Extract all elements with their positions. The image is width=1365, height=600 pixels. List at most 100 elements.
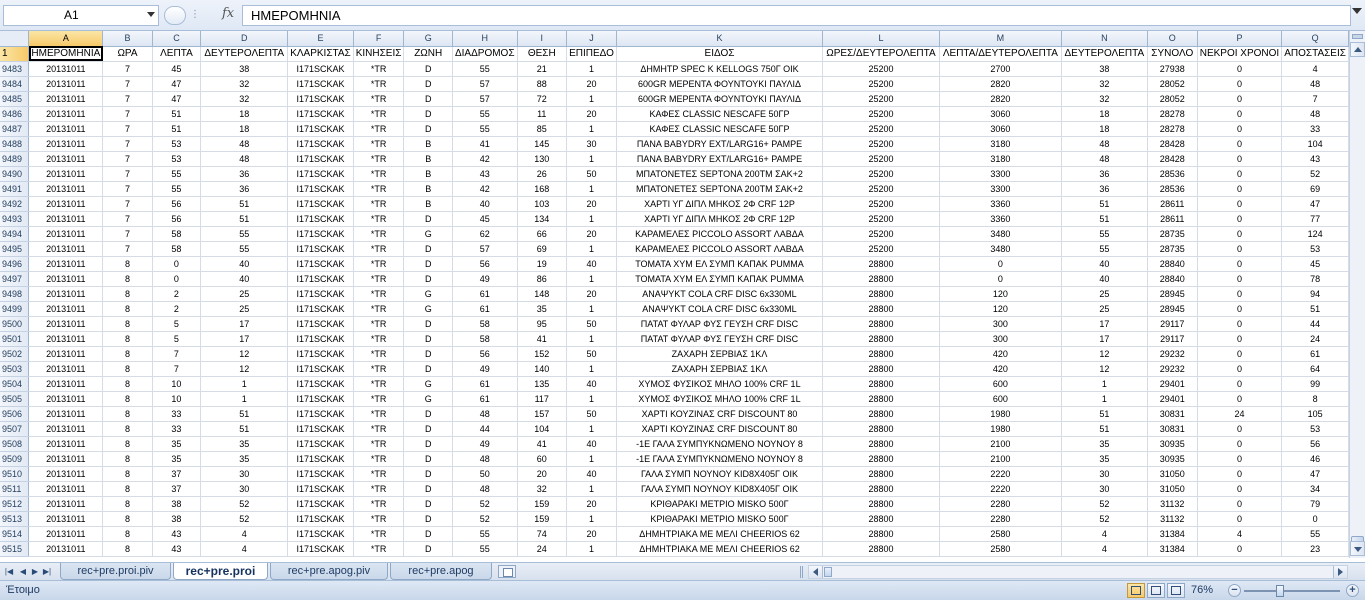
cell[interactable]: 52 (200, 511, 289, 527)
cell[interactable]: B (403, 136, 453, 152)
cell[interactable]: 20131011 (28, 466, 104, 482)
cell[interactable]: *TR (353, 286, 405, 302)
column-header[interactable]: M (939, 31, 1062, 47)
cell[interactable]: 28052 (1147, 91, 1198, 107)
cell[interactable]: 53 (152, 136, 202, 152)
cell[interactable]: 20131011 (28, 211, 104, 227)
header-cell[interactable]: ΣΥΝΟΛΟ (1147, 46, 1198, 62)
column-header[interactable]: I (517, 31, 568, 47)
cell[interactable]: 48 (452, 406, 518, 422)
cell[interactable]: 1 (566, 451, 617, 467)
cell[interactable]: 35 (200, 451, 289, 467)
cell[interactable]: I171SCKAK (287, 61, 354, 77)
cell[interactable]: 37 (152, 481, 202, 497)
cell[interactable]: I171SCKAK (287, 421, 354, 437)
cell[interactable]: 20131011 (28, 166, 104, 182)
cell[interactable]: 135 (517, 376, 568, 392)
row-header[interactable]: 9486 (0, 106, 30, 122)
cell[interactable]: 0 (1197, 181, 1283, 197)
cell[interactable]: I171SCKAK (287, 121, 354, 137)
cell[interactable]: D (403, 76, 453, 92)
cell[interactable]: 31132 (1147, 511, 1198, 527)
cell[interactable]: *TR (353, 541, 405, 557)
cell[interactable]: 28800 (822, 391, 940, 407)
cell[interactable]: 600 (939, 376, 1062, 392)
cell[interactable]: 3300 (939, 166, 1062, 182)
cell[interactable]: 8 (102, 361, 153, 377)
cell[interactable]: 86 (517, 271, 568, 287)
cell[interactable]: 3300 (939, 181, 1062, 197)
cell[interactable]: 1 (566, 91, 617, 107)
header-cell[interactable]: ΕΠΙΠΕΔΟ (566, 46, 617, 62)
column-header[interactable]: H (452, 31, 518, 47)
cell[interactable]: D (403, 436, 453, 452)
cell[interactable]: 50 (566, 166, 617, 182)
row-header[interactable]: 9488 (0, 136, 30, 152)
cell[interactable]: 35 (200, 436, 289, 452)
cell[interactable]: 20131011 (28, 271, 104, 287)
cell[interactable]: 7 (102, 61, 153, 77)
cell[interactable]: 8 (102, 451, 153, 467)
cell[interactable]: 8 (102, 496, 153, 512)
cell[interactable]: 1 (1061, 391, 1148, 407)
cell[interactable]: 28278 (1147, 121, 1198, 137)
cell[interactable]: 20131011 (28, 226, 104, 242)
chevron-down-icon[interactable] (147, 12, 155, 17)
cell[interactable]: 55 (452, 106, 518, 122)
cell[interactable]: 0 (1197, 151, 1283, 167)
cell[interactable]: 61 (452, 301, 518, 317)
cell[interactable]: 52 (452, 496, 518, 512)
cell[interactable]: I171SCKAK (287, 166, 354, 182)
cell[interactable]: 159 (517, 511, 568, 527)
cell[interactable]: 58 (152, 226, 202, 242)
cell[interactable]: ΧΑΡΤΙ ΚΟΥΖΙΝΑΣ CRF DISCOUNT 80 (616, 406, 824, 422)
cell[interactable]: *TR (353, 211, 405, 227)
cell[interactable]: 74 (517, 526, 568, 542)
cell[interactable]: 52 (452, 511, 518, 527)
column-header[interactable]: D (200, 31, 289, 47)
cell[interactable]: 105 (1281, 406, 1349, 422)
cell[interactable]: 0 (1197, 226, 1283, 242)
cell[interactable]: 55 (452, 526, 518, 542)
name-box[interactable]: A1 (3, 5, 159, 26)
cell[interactable]: 45 (452, 211, 518, 227)
cell[interactable]: 8 (102, 406, 153, 422)
cell[interactable]: 30 (566, 136, 617, 152)
cell[interactable]: 20131011 (28, 361, 104, 377)
header-cell[interactable]: ΖΩΝΗ (403, 46, 453, 62)
cell[interactable]: *TR (353, 166, 405, 182)
cell[interactable]: 61 (1281, 346, 1349, 362)
cell[interactable]: 56 (1281, 436, 1349, 452)
cell[interactable]: 30 (200, 481, 289, 497)
cell[interactable]: 79 (1281, 496, 1349, 512)
cell[interactable]: 8 (1281, 391, 1349, 407)
row-header[interactable]: 9490 (0, 166, 30, 182)
next-sheet-icon[interactable]: ▶ (30, 566, 40, 577)
cell[interactable]: 3360 (939, 211, 1062, 227)
cell[interactable]: 117 (517, 391, 568, 407)
cell[interactable]: 28428 (1147, 151, 1198, 167)
cell[interactable]: 3060 (939, 106, 1062, 122)
tab-rec-pre-proi[interactable]: rec+pre.proi (173, 563, 268, 580)
cell[interactable]: ΖΑΧΑΡΗ ΣΕΡΒΙΑΣ 1ΚΛ (616, 346, 824, 362)
cell[interactable]: D (403, 241, 453, 257)
cell[interactable]: 12 (1061, 361, 1148, 377)
cell[interactable]: 0 (1197, 511, 1283, 527)
cell[interactable]: I171SCKAK (287, 76, 354, 92)
cell[interactable]: 2220 (939, 481, 1062, 497)
zoom-out-button[interactable]: − (1228, 584, 1241, 597)
cell[interactable]: 0 (1197, 286, 1283, 302)
cell[interactable]: 49 (452, 271, 518, 287)
cell[interactable]: *TR (353, 271, 405, 287)
cell[interactable]: -1Ε ΓΑΛΑ ΣΥΜΠΥΚΝΩΜΕΝΟ ΝΟΥΝΟΥ 8 (616, 451, 824, 467)
cell[interactable]: 7 (102, 76, 153, 92)
cell[interactable]: 24 (1197, 406, 1283, 422)
cell[interactable]: *TR (353, 331, 405, 347)
cell[interactable]: 1 (200, 376, 289, 392)
cell[interactable]: 48 (452, 481, 518, 497)
cell[interactable]: 51 (152, 121, 202, 137)
cell[interactable]: 8 (102, 421, 153, 437)
cell[interactable]: 69 (1281, 181, 1349, 197)
cell[interactable]: 8 (102, 301, 153, 317)
zoom-slider-thumb[interactable] (1276, 585, 1284, 597)
